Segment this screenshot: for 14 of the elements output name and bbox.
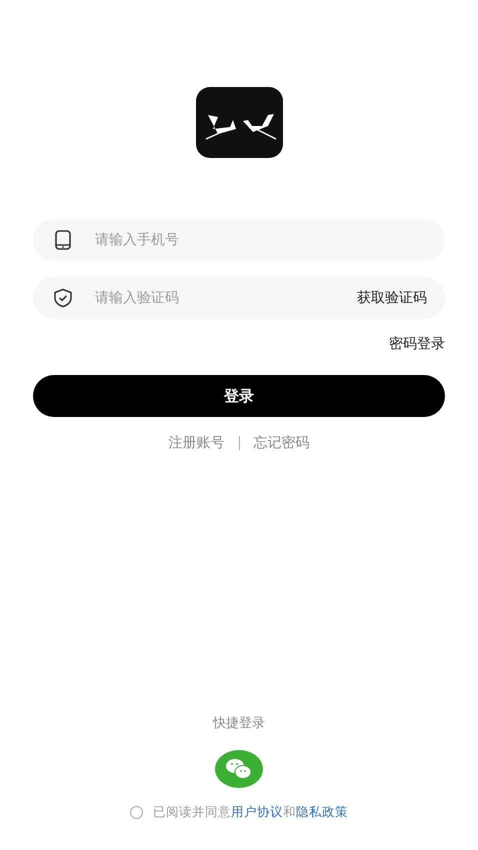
user-agreement-link[interactable]: 用户协议 xyxy=(231,804,283,819)
agreement-checkbox[interactable] xyxy=(130,806,143,819)
get-code-link[interactable]: 获取验证码 xyxy=(357,289,427,307)
phone-icon xyxy=(55,230,71,250)
register-link[interactable]: 注册账号 xyxy=(168,434,224,452)
privacy-policy-link[interactable]: 隐私政策 xyxy=(296,804,348,819)
shield-icon xyxy=(53,288,73,308)
forgot-password-link[interactable]: 忘记密码 xyxy=(254,434,310,452)
login-button[interactable]: 登录 xyxy=(33,375,445,417)
password-login-link[interactable]: 密码登录 xyxy=(389,335,445,353)
quick-login-label: 快捷登录 xyxy=(213,715,265,732)
phone-field[interactable]: 请输入手机号 xyxy=(33,219,445,261)
wechat-icon[interactable] xyxy=(215,750,263,788)
agreement-text: 已阅读并同意用户协议和隐私政策 xyxy=(153,804,348,821)
